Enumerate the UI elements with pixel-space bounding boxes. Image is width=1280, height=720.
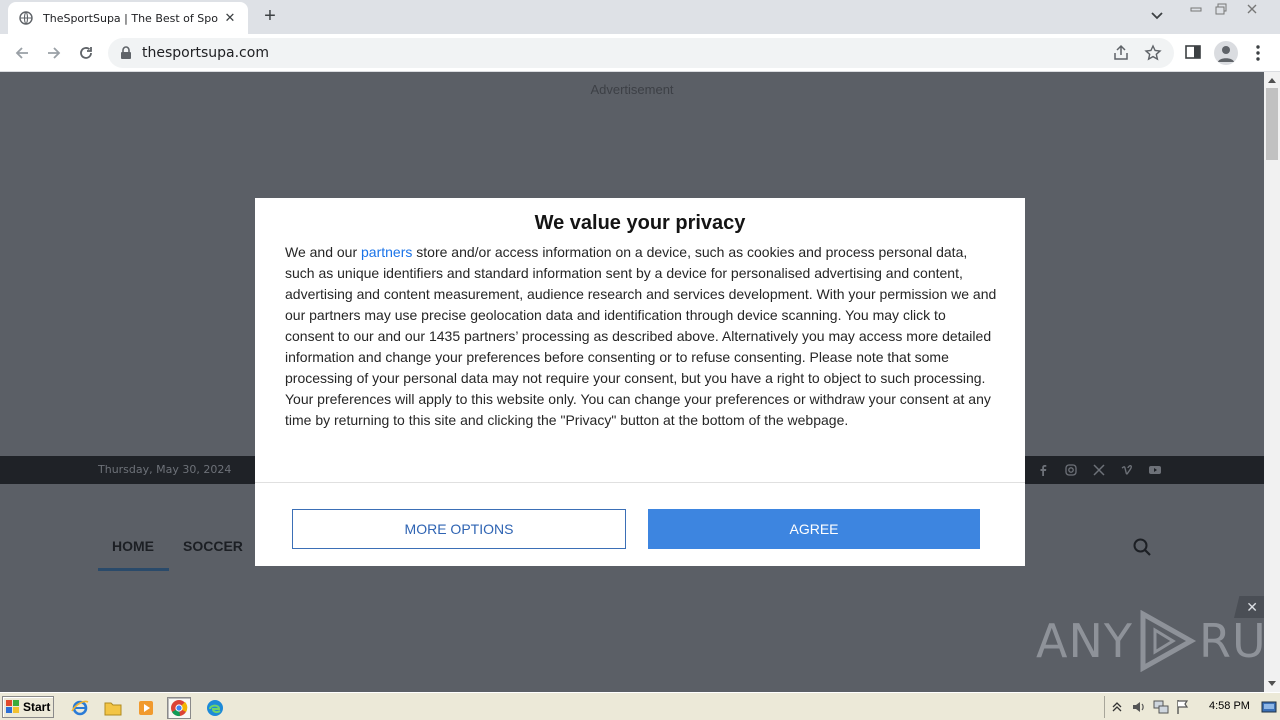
instagram-icon[interactable] bbox=[1063, 462, 1079, 478]
action-center-flag-icon[interactable] bbox=[1175, 699, 1191, 715]
close-window-button[interactable] bbox=[1240, 0, 1264, 18]
file-explorer-icon[interactable] bbox=[101, 697, 125, 719]
edge-icon[interactable] bbox=[203, 697, 227, 719]
speaker-icon[interactable] bbox=[1131, 699, 1147, 715]
minimize-window-button[interactable] bbox=[1184, 0, 1208, 18]
watermark-left-text: ANY bbox=[1036, 614, 1133, 668]
reload-icon[interactable] bbox=[74, 41, 98, 65]
share-icon[interactable] bbox=[1112, 44, 1130, 62]
scrollbar-thumb[interactable] bbox=[1266, 88, 1278, 160]
side-panel-icon[interactable] bbox=[1184, 43, 1204, 63]
active-menu-underline bbox=[98, 568, 169, 571]
tab-close-icon[interactable]: ✕ bbox=[222, 10, 238, 26]
menu-item-home[interactable]: HOME bbox=[112, 538, 154, 554]
dialog-footer: MORE OPTIONS AGREE bbox=[255, 482, 1025, 566]
tab-title: TheSportSupa | The Best of Sports N bbox=[43, 11, 219, 25]
url-text[interactable]: thesportsupa.com bbox=[142, 45, 269, 61]
menu-item-soccer[interactable]: SOCCER bbox=[183, 538, 243, 554]
x-twitter-icon[interactable] bbox=[1091, 462, 1107, 478]
search-icon[interactable] bbox=[1132, 537, 1152, 557]
play-logo-icon bbox=[1140, 610, 1197, 672]
kebab-menu-icon[interactable] bbox=[1250, 43, 1266, 63]
scroll-down-arrow-icon[interactable] bbox=[1264, 676, 1280, 692]
bookmark-star-icon[interactable] bbox=[1144, 44, 1162, 62]
youtube-icon[interactable] bbox=[1147, 462, 1163, 478]
profile-avatar-icon[interactable] bbox=[1214, 41, 1238, 65]
new-tab-button[interactable]: + bbox=[258, 5, 282, 29]
internet-explorer-icon[interactable] bbox=[68, 697, 92, 719]
vimeo-icon[interactable] bbox=[1119, 462, 1135, 478]
show-desktop-icon[interactable] bbox=[1261, 699, 1277, 715]
browser-tab[interactable]: TheSportSupa | The Best of Sports N ✕ bbox=[8, 2, 248, 34]
media-player-icon[interactable] bbox=[134, 697, 158, 719]
agree-button[interactable]: AGREE bbox=[648, 509, 980, 549]
partners-link[interactable]: partners bbox=[361, 244, 412, 260]
advertisement-label: Advertisement bbox=[590, 82, 674, 97]
taskbar-clock[interactable]: 4:58 PM bbox=[1209, 700, 1250, 712]
watermark-right-text: RUN bbox=[1198, 614, 1264, 668]
dialog-body-prefix: We and our bbox=[285, 244, 362, 260]
show-hidden-icons-icon[interactable] bbox=[1111, 699, 1127, 715]
privacy-consent-dialog: We value your privacy We and our partner… bbox=[255, 198, 1025, 566]
chevron-down-icon[interactable] bbox=[1150, 8, 1170, 26]
browser-toolbar: thesportsupa.com bbox=[0, 34, 1280, 72]
facebook-icon[interactable] bbox=[1035, 462, 1051, 478]
forward-arrow-icon[interactable] bbox=[42, 41, 66, 65]
restore-window-button[interactable] bbox=[1209, 0, 1233, 18]
browser-tabstrip: TheSportSupa | The Best of Sports N ✕ + bbox=[0, 0, 1280, 34]
chrome-icon[interactable] bbox=[167, 697, 191, 719]
lock-icon[interactable] bbox=[120, 46, 132, 60]
system-tray: 4:58 PM bbox=[1104, 696, 1280, 718]
os-taskbar: Start 4:58 PM bbox=[0, 692, 1280, 720]
back-arrow-icon[interactable] bbox=[10, 41, 34, 65]
anyrun-watermark: ANY RUN bbox=[1036, 606, 1264, 676]
globe-icon bbox=[18, 10, 34, 26]
more-options-button[interactable]: MORE OPTIONS bbox=[292, 509, 626, 549]
address-bar[interactable]: thesportsupa.com bbox=[108, 38, 1174, 68]
page-scrollbar[interactable] bbox=[1264, 72, 1280, 692]
start-button[interactable]: Start bbox=[2, 696, 54, 718]
current-date: Thursday, May 30, 2024 bbox=[98, 463, 232, 476]
windows-logo-icon bbox=[6, 700, 20, 714]
start-label: Start bbox=[23, 700, 51, 714]
dialog-title: We value your privacy bbox=[534, 212, 746, 234]
dialog-body-text: store and/or access information on a dev… bbox=[285, 244, 997, 428]
network-icon[interactable] bbox=[1153, 699, 1169, 715]
dialog-body: We and our partners store and/or access … bbox=[285, 242, 997, 431]
scroll-up-arrow-icon[interactable] bbox=[1264, 72, 1280, 88]
